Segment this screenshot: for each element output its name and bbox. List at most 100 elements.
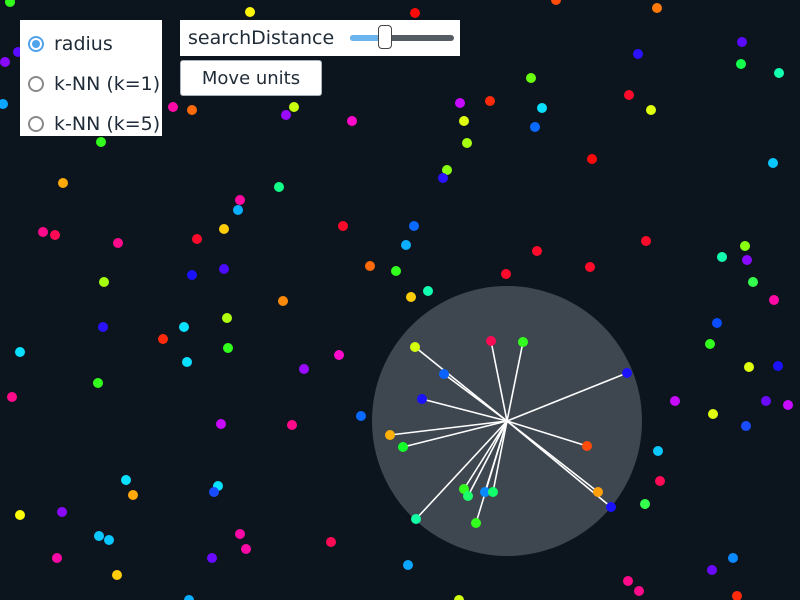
unit-dot	[640, 499, 650, 509]
mode-option-knn-5[interactable]: k-NN (k=5)	[20, 104, 162, 144]
unit-dot	[192, 234, 202, 244]
unit-dot	[0, 57, 10, 67]
unit-dot	[646, 105, 656, 115]
unit-dot	[168, 102, 178, 112]
unit-dot	[717, 252, 727, 262]
unit-dot	[670, 396, 680, 406]
unit-dot	[463, 491, 473, 501]
unit-dot	[526, 73, 536, 83]
unit-dot	[209, 487, 219, 497]
unit-dot	[347, 116, 357, 126]
unit-dot	[409, 221, 419, 231]
unit-dot	[216, 419, 226, 429]
unit-dot	[223, 343, 233, 353]
unit-dot	[774, 68, 784, 78]
unit-dot	[768, 158, 778, 168]
unit-dot	[773, 361, 783, 371]
unit-dot	[742, 255, 752, 265]
unit-dot	[532, 246, 542, 256]
unit-dot	[398, 442, 408, 452]
search-distance-slider[interactable]	[350, 25, 455, 49]
unit-dot	[438, 173, 448, 183]
unit-dot	[655, 476, 665, 486]
search-mode-panel: radius k-NN (k=1) k-NN (k=5)	[20, 20, 162, 136]
mode-option-radius[interactable]: radius	[20, 24, 162, 64]
unit-dot	[606, 502, 616, 512]
unit-dot	[439, 369, 449, 379]
unit-dot	[737, 37, 747, 47]
mode-option-knn-1[interactable]: k-NN (k=1)	[20, 64, 162, 104]
unit-dot	[0, 99, 8, 109]
unit-dot	[184, 595, 194, 600]
radio-button-icon[interactable]	[28, 36, 44, 52]
unit-dot	[732, 591, 742, 600]
unit-dot	[274, 182, 284, 192]
unit-dot	[551, 0, 561, 5]
unit-dot	[299, 364, 309, 374]
unit-dot	[455, 98, 465, 108]
unit-dot	[391, 266, 401, 276]
unit-dot	[241, 544, 251, 554]
unit-dot	[728, 553, 738, 563]
unit-dot	[410, 342, 420, 352]
unit-dot	[411, 514, 421, 524]
unit-dot	[488, 487, 498, 497]
unit-dot	[582, 441, 592, 451]
unit-dot	[104, 535, 114, 545]
unit-dot	[222, 313, 232, 323]
unit-dot	[485, 96, 495, 106]
unit-dot	[112, 570, 122, 580]
unit-dot	[235, 529, 245, 539]
unit-dot	[326, 537, 336, 547]
unit-dot	[410, 8, 420, 18]
unit-dot	[652, 3, 662, 13]
unit-dot	[761, 396, 771, 406]
unit-dot	[587, 154, 597, 164]
unit-dot	[281, 110, 291, 120]
radio-button-icon[interactable]	[28, 76, 44, 92]
move-units-button[interactable]: Move units	[180, 60, 322, 96]
unit-dot	[7, 392, 17, 402]
unit-dot	[287, 420, 297, 430]
unit-dot	[338, 221, 348, 231]
unit-dot	[128, 490, 138, 500]
unit-dot	[113, 238, 123, 248]
unit-dot	[736, 59, 746, 69]
unit-dot	[518, 337, 528, 347]
unit-dot	[158, 334, 168, 344]
unit-dot	[233, 205, 243, 215]
unit-dot	[622, 368, 632, 378]
unit-dot	[417, 394, 427, 404]
unit-dot	[278, 296, 288, 306]
unit-dot	[624, 90, 634, 100]
unit-dot	[634, 586, 644, 596]
unit-dot	[471, 518, 481, 528]
unit-dot	[653, 446, 663, 456]
unit-dot	[501, 269, 511, 279]
unit-dot	[98, 322, 108, 332]
unit-dot	[769, 295, 779, 305]
unit-dot	[219, 224, 229, 234]
unit-dot	[187, 105, 197, 115]
unit-dot	[783, 400, 793, 410]
unit-dot	[454, 595, 464, 600]
radio-button-icon[interactable]	[28, 116, 44, 132]
unit-dot	[593, 487, 603, 497]
unit-dot	[289, 102, 299, 112]
unit-dot	[708, 409, 718, 419]
unit-dot	[403, 560, 413, 570]
slider-thumb[interactable]	[377, 25, 392, 49]
unit-dot	[356, 411, 366, 421]
unit-dot	[623, 576, 633, 586]
unit-dot	[744, 362, 754, 372]
unit-dot	[334, 350, 344, 360]
unit-dot	[15, 510, 25, 520]
unit-dot	[235, 195, 245, 205]
unit-dot	[245, 7, 255, 17]
search-distance-label: searchDistance	[188, 27, 335, 49]
unit-dot	[207, 553, 217, 563]
mode-option-label: radius	[54, 33, 113, 55]
unit-dot	[182, 357, 192, 367]
unit-dot	[741, 421, 751, 431]
unit-dot	[537, 103, 547, 113]
